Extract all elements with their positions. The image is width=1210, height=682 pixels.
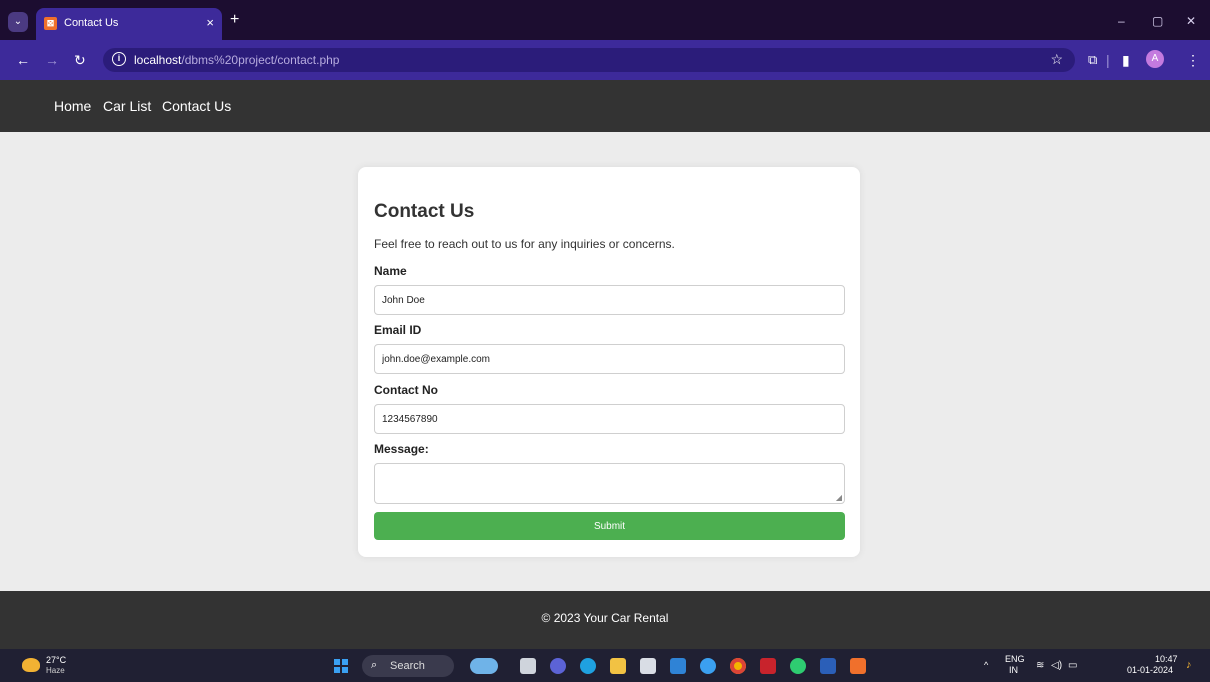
profile-avatar[interactable]: A xyxy=(1146,50,1164,68)
extensions-icon[interactable]: ⧉ xyxy=(1088,52,1097,68)
browser-tab[interactable]: ⊠ Contact Us × xyxy=(36,8,222,40)
contact-form-card: Contact Us Feel free to reach out to us … xyxy=(358,167,860,557)
bookmark-star-icon[interactable]: ☆ xyxy=(1050,51,1063,68)
address-bar[interactable]: i localhost/dbms%20project/contact.php ☆ xyxy=(103,48,1075,72)
reload-icon[interactable]: ↻ xyxy=(74,52,86,69)
name-input[interactable] xyxy=(374,285,845,315)
maximize-icon[interactable]: ▢ xyxy=(1152,14,1163,28)
app-icon[interactable] xyxy=(700,658,716,674)
email-label: Email ID xyxy=(374,323,422,337)
contact-input[interactable] xyxy=(374,404,845,434)
browser-toolbar: ← → ↻ i localhost/dbms%20project/contact… xyxy=(0,40,1210,80)
meet-icon[interactable] xyxy=(550,658,566,674)
tab-search-icon[interactable]: ⌄ xyxy=(8,12,28,32)
windows-start-icon[interactable] xyxy=(334,659,348,673)
mysql-icon[interactable] xyxy=(670,658,686,674)
wifi-icon[interactable]: ≋ xyxy=(1036,660,1044,671)
language-indicator[interactable]: ENG xyxy=(1005,654,1025,664)
file-explorer-icon[interactable] xyxy=(610,658,626,674)
name-label: Name xyxy=(374,264,407,278)
xampp-favicon-icon: ⊠ xyxy=(44,17,57,30)
site-nav: Home Car List Contact Us xyxy=(0,80,1210,132)
minimize-icon[interactable]: – xyxy=(1118,14,1125,28)
menu-kebab-icon[interactable]: ⋮ xyxy=(1186,52,1200,69)
weather-haze-icon[interactable] xyxy=(22,658,40,672)
windows-taskbar: 27°C Haze ⌕ Search ^ ENG IN ≋ ◁) ▭ 10:47… xyxy=(0,648,1210,682)
contact-label: Contact No xyxy=(374,383,438,397)
clock-date[interactable]: 01-01-2024 xyxy=(1127,665,1173,675)
side-panel-icon[interactable]: ▮ xyxy=(1122,52,1130,69)
xampp-icon[interactable] xyxy=(850,658,866,674)
tray-overflow-icon[interactable]: ^ xyxy=(984,660,988,670)
form-intro: Feel free to reach out to us for any inq… xyxy=(374,237,675,251)
new-tab-icon[interactable]: + xyxy=(230,12,239,28)
tab-title: Contact Us xyxy=(64,17,119,29)
whatsapp-icon[interactable] xyxy=(790,658,806,674)
taskbar-search[interactable]: ⌕ Search xyxy=(362,655,454,677)
site-info-icon[interactable]: i xyxy=(112,52,126,66)
web-page: Home Car List Contact Us Contact Us Feel… xyxy=(0,80,1210,648)
mcafee-icon[interactable] xyxy=(760,658,776,674)
close-window-icon[interactable]: ✕ xyxy=(1186,14,1196,28)
nav-car-list-link[interactable]: Car List xyxy=(103,98,151,114)
resize-handle-icon[interactable]: ◢ xyxy=(836,493,842,502)
notification-bell-icon[interactable]: ♪ xyxy=(1186,659,1192,671)
word-icon[interactable] xyxy=(820,658,836,674)
site-footer: © 2023 Your Car Rental xyxy=(0,591,1210,648)
form-title: Contact Us xyxy=(374,201,475,222)
browser-tab-bar: ⌄ ⊠ Contact Us × + – ▢ ✕ xyxy=(0,0,1210,40)
tab-close-icon[interactable]: × xyxy=(206,15,214,30)
forward-icon[interactable]: → xyxy=(45,52,59,68)
message-textarea[interactable]: ◢ xyxy=(374,463,845,504)
widgets-icon[interactable] xyxy=(470,658,498,674)
battery-icon[interactable]: ▭ xyxy=(1068,660,1077,671)
search-label: Search xyxy=(390,660,425,672)
edge-icon[interactable] xyxy=(580,658,596,674)
back-icon[interactable]: ← xyxy=(16,52,30,68)
store-icon[interactable] xyxy=(640,658,656,674)
nav-contact-us-link[interactable]: Contact Us xyxy=(162,98,231,114)
region-indicator[interactable]: IN xyxy=(1009,665,1018,675)
toolbar-divider: | xyxy=(1106,52,1110,68)
task-view-icon[interactable] xyxy=(520,658,536,674)
weather-condition[interactable]: Haze xyxy=(46,666,65,675)
message-label: Message: xyxy=(374,442,429,456)
email-input[interactable] xyxy=(374,344,845,374)
footer-copyright: © 2023 Your Car Rental xyxy=(541,611,669,625)
url-text[interactable]: localhost/dbms%20project/contact.php xyxy=(134,53,339,67)
search-icon: ⌕ xyxy=(371,659,378,671)
clock-time[interactable]: 10:47 xyxy=(1155,654,1178,664)
chrome-icon[interactable] xyxy=(730,658,746,674)
nav-home-link[interactable]: Home xyxy=(54,98,91,114)
volume-icon[interactable]: ◁) xyxy=(1051,660,1062,671)
weather-temperature[interactable]: 27°C xyxy=(46,655,66,665)
submit-button[interactable]: Submit xyxy=(374,512,845,540)
